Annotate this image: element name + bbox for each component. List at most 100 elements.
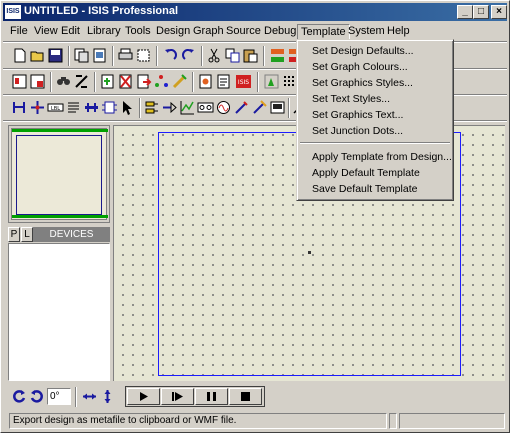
- status-coordinates: [399, 413, 505, 429]
- library-manager-button[interactable]: L: [21, 227, 33, 242]
- print-icon[interactable]: [117, 47, 134, 64]
- menu-separator: [300, 142, 450, 144]
- pick-devices-button[interactable]: P: [8, 227, 20, 242]
- set-graphics-styles-item[interactable]: Set Graphics Styles...: [300, 75, 450, 91]
- search-icon[interactable]: [55, 73, 72, 90]
- generator-icon[interactable]: [215, 99, 232, 116]
- minimize-button[interactable]: _: [457, 5, 473, 19]
- save-icon[interactable]: [47, 47, 64, 64]
- menu-edit[interactable]: Edit: [58, 24, 83, 40]
- toolbar-separator: [263, 46, 265, 66]
- overview-window[interactable]: [8, 125, 110, 223]
- redraw-icon[interactable]: [11, 73, 28, 90]
- window-title: UNTITLED - ISIS Professional: [24, 5, 179, 17]
- mirror-horizontal-icon[interactable]: [81, 388, 98, 405]
- terminal-icon[interactable]: [143, 99, 160, 116]
- menu-library[interactable]: Library: [84, 24, 124, 40]
- bus-icon[interactable]: [83, 99, 100, 116]
- erc-icon[interactable]: [171, 73, 188, 90]
- set-graph-colours-item[interactable]: Set Graph Colours...: [300, 59, 450, 75]
- voltage-probe-icon[interactable]: [233, 99, 250, 116]
- toolbar-separator: [288, 98, 290, 118]
- close-button[interactable]: ×: [491, 5, 507, 19]
- devices-list[interactable]: [8, 243, 110, 381]
- new-sheet-icon[interactable]: [99, 73, 116, 90]
- remove-sheet-icon[interactable]: [117, 73, 134, 90]
- property-tool-icon[interactable]: [73, 73, 90, 90]
- overview-viewport[interactable]: [11, 128, 108, 220]
- undo-icon[interactable]: [162, 47, 179, 64]
- junction-icon[interactable]: [29, 99, 46, 116]
- save-default-template-item[interactable]: Save Default Template: [300, 181, 450, 197]
- menu-tools[interactable]: Tools: [122, 24, 154, 40]
- menu-view[interactable]: View: [31, 24, 61, 40]
- select-icon[interactable]: [119, 99, 136, 116]
- menu-source[interactable]: Source: [223, 24, 264, 40]
- toolbar-separator: [75, 387, 77, 407]
- toolbar-separator: [257, 72, 259, 92]
- isis-logo-icon[interactable]: ISIS: [235, 73, 252, 90]
- apply-default-template-item[interactable]: Apply Default Template: [300, 165, 450, 181]
- text-script-icon[interactable]: [65, 99, 82, 116]
- menu-graph[interactable]: Graph: [190, 24, 227, 40]
- block-copy-icon[interactable]: [269, 47, 286, 64]
- set-text-styles-item[interactable]: Set Text Styles...: [300, 91, 450, 107]
- devices-label: DEVICES: [33, 227, 110, 242]
- mirror-vertical-icon[interactable]: [99, 388, 116, 405]
- menu-system[interactable]: System: [345, 24, 388, 40]
- new-icon[interactable]: [11, 47, 28, 64]
- tape-icon[interactable]: [197, 99, 214, 116]
- toolbar-separator: [68, 46, 70, 66]
- maximize-button[interactable]: □: [473, 5, 489, 19]
- component-icon[interactable]: [11, 99, 28, 116]
- menu-file[interactable]: File: [7, 24, 31, 40]
- current-probe-icon[interactable]: [251, 99, 268, 116]
- wire-label-icon[interactable]: LBL: [47, 99, 64, 116]
- apply-template-from-design-item[interactable]: Apply Template from Design...: [300, 149, 452, 165]
- step-icon: [172, 392, 183, 401]
- menu-debug[interactable]: Debug: [261, 24, 299, 40]
- isis-app-icon[interactable]: ISIS: [5, 5, 21, 19]
- menu-template[interactable]: Template: [297, 24, 350, 40]
- menu-design[interactable]: Design: [153, 24, 193, 40]
- stop-icon: [241, 392, 250, 401]
- pause-button[interactable]: [195, 388, 228, 405]
- status-message: Export design as metafile to clipboard o…: [9, 413, 387, 429]
- virtual-instrument-icon[interactable]: [269, 99, 286, 116]
- play-icon: [140, 392, 148, 401]
- menu-help[interactable]: Help: [384, 24, 413, 40]
- export-icon[interactable]: [91, 47, 108, 64]
- paste-icon[interactable]: [242, 47, 259, 64]
- simulate-icon[interactable]: [263, 73, 280, 90]
- open-icon[interactable]: [29, 47, 46, 64]
- toolbar-separator: [112, 46, 114, 66]
- graph-icon[interactable]: [179, 99, 196, 116]
- exit-to-parent-icon[interactable]: [135, 73, 152, 90]
- bom-icon[interactable]: [153, 73, 170, 90]
- import-icon[interactable]: [73, 47, 90, 64]
- ares-icon[interactable]: [197, 73, 214, 90]
- bottom-toolbar: 0°: [7, 385, 505, 409]
- cut-icon[interactable]: [206, 47, 223, 64]
- redo-icon[interactable]: [180, 47, 197, 64]
- toolbar-separator: [50, 72, 52, 92]
- rotation-field[interactable]: 0°: [47, 388, 71, 405]
- netlist-icon[interactable]: [29, 73, 46, 90]
- overview-marker-bottom: [12, 215, 108, 218]
- design-explorer-icon[interactable]: [215, 73, 232, 90]
- copy-icon[interactable]: [224, 47, 241, 64]
- stop-button[interactable]: [229, 388, 262, 405]
- rotate-anticlockwise-icon[interactable]: [28, 388, 45, 405]
- title-bar[interactable]: ISIS UNTITLED - ISIS Professional _ □ ×: [3, 3, 507, 21]
- pin-icon[interactable]: [161, 99, 178, 116]
- overview-sheet-outline: [16, 135, 102, 215]
- step-button[interactable]: [161, 388, 194, 405]
- set-design-defaults-item[interactable]: Set Design Defaults...: [300, 43, 450, 59]
- print-area-icon[interactable]: [135, 47, 152, 64]
- subcircuit-icon[interactable]: [101, 99, 118, 116]
- set-graphics-text-item[interactable]: Set Graphics Text...: [300, 107, 450, 123]
- set-junction-dots-item[interactable]: Set Junction Dots...: [300, 123, 450, 139]
- play-button[interactable]: [127, 388, 160, 405]
- simulation-controls: [125, 386, 265, 407]
- rotate-clockwise-icon[interactable]: [11, 388, 28, 405]
